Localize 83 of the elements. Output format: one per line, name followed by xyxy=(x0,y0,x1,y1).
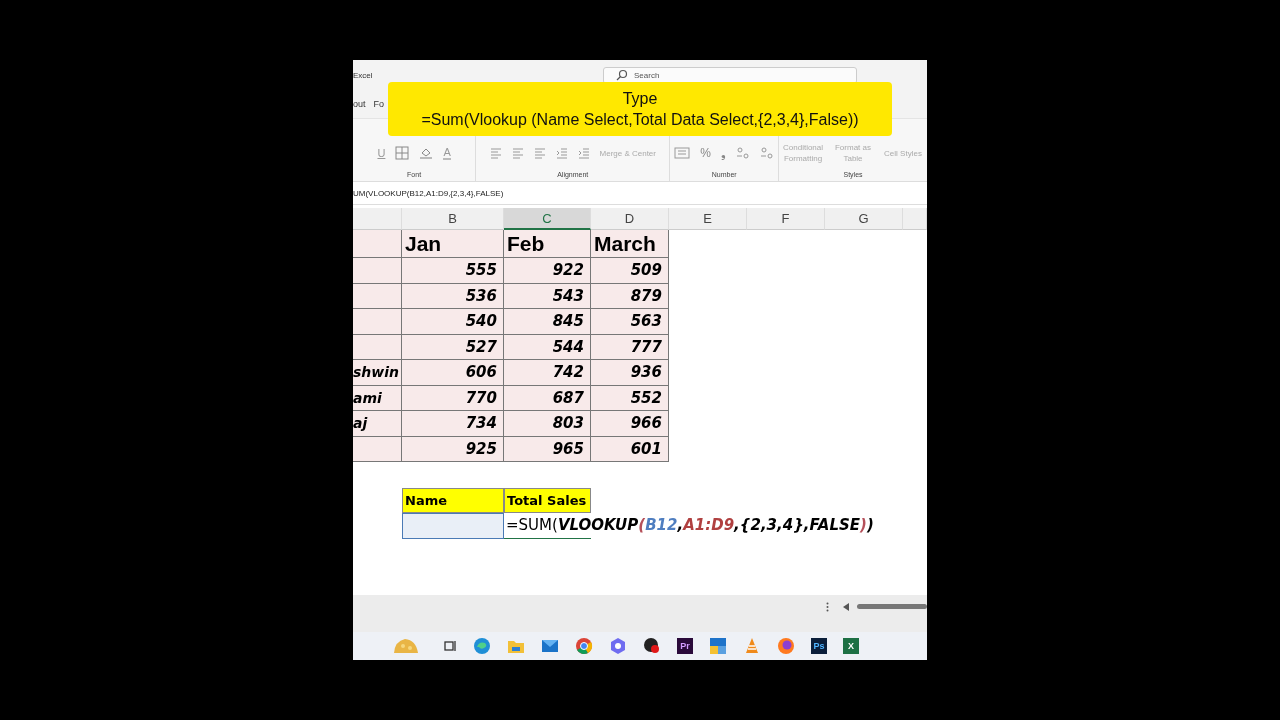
app-title: Excel xyxy=(353,70,374,80)
table-cell xyxy=(353,436,402,462)
column-header[interactable]: B xyxy=(402,208,504,230)
table-cell: 687 xyxy=(504,385,591,411)
align-icon[interactable] xyxy=(489,147,502,159)
table-cell: ami xyxy=(353,385,402,411)
mail-icon[interactable] xyxy=(541,639,559,653)
column-header[interactable]: E xyxy=(669,208,747,230)
table-cell: 922 xyxy=(504,258,591,284)
chrome-icon[interactable] xyxy=(575,637,593,655)
paint-bucket-icon[interactable] xyxy=(419,146,434,160)
cell-formula[interactable]: =SUM(VLOOKUP(B12,A1:D9,{2,3,4},FALSE)) xyxy=(504,516,874,535)
column-header[interactable]: F xyxy=(747,208,825,230)
search-icon xyxy=(616,69,628,81)
table-cell: Feb xyxy=(504,230,591,258)
table-cell: 936 xyxy=(591,360,669,386)
table-cell: March xyxy=(591,230,669,258)
column-header[interactable]: G xyxy=(825,208,903,230)
tiles-icon[interactable] xyxy=(709,637,727,655)
indent-icon[interactable] xyxy=(555,147,568,159)
column-header[interactable] xyxy=(903,208,927,230)
taskbar-app[interactable]: X xyxy=(843,638,859,654)
column-header[interactable]: D xyxy=(591,208,669,230)
table-cell: 606 xyxy=(402,360,504,386)
number-style-button[interactable]: % xyxy=(700,146,711,160)
menu-tab[interactable]: Fo xyxy=(373,99,385,109)
table-cell: 543 xyxy=(504,283,591,309)
table-cell: 742 xyxy=(504,360,591,386)
table-cell: 536 xyxy=(402,283,504,309)
borders-icon[interactable] xyxy=(395,146,410,160)
task-view-icon[interactable] xyxy=(443,639,457,653)
table-cell: aj xyxy=(353,411,402,437)
folder-icon[interactable] xyxy=(507,638,525,654)
table-cell: 555 xyxy=(402,258,504,284)
number-format-icon[interactable] xyxy=(674,147,691,159)
table-cell: shwin xyxy=(353,360,402,386)
taskbar-app[interactable]: Ps xyxy=(811,638,827,654)
table-cell: 601 xyxy=(591,436,669,462)
align-icon[interactable] xyxy=(533,147,546,159)
table-cell xyxy=(353,230,402,258)
more-icon[interactable] xyxy=(826,601,829,612)
input-cell[interactable] xyxy=(402,513,504,539)
table-cell: 770 xyxy=(402,385,504,411)
weather-widget-icon[interactable] xyxy=(391,636,421,656)
table-cell: Name xyxy=(402,487,504,513)
table-cell: 509 xyxy=(591,258,669,284)
column-header[interactable] xyxy=(353,208,402,230)
table-cell: 527 xyxy=(402,334,504,360)
table-cell: 777 xyxy=(591,334,669,360)
firefox-icon[interactable] xyxy=(777,637,795,655)
table-cell: 563 xyxy=(591,309,669,335)
indent-icon[interactable] xyxy=(577,147,590,159)
table-cell: Jan xyxy=(402,230,504,258)
table-cell: 540 xyxy=(402,309,504,335)
column-header[interactable]: C xyxy=(504,208,591,230)
table-cell xyxy=(353,334,402,360)
table-cell: 734 xyxy=(402,411,504,437)
formula-bar[interactable]: UM(VLOOKUP(B12,A1:D9,{2,3,4},FALSE) xyxy=(353,188,504,198)
record-icon[interactable] xyxy=(643,637,661,655)
table-cell: 803 xyxy=(504,411,591,437)
table-cell xyxy=(353,258,402,284)
table-cell xyxy=(353,309,402,335)
menu-tab[interactable]: out xyxy=(353,99,366,109)
table-cell: 552 xyxy=(591,385,669,411)
caption-text: =Sum(Vlookup (Name Select,Total Data Select,{2,3,4},False)) xyxy=(421,110,859,129)
scroll-left-icon[interactable] xyxy=(843,602,849,611)
table-cell: 544 xyxy=(504,334,591,360)
caption-text: Type xyxy=(622,89,658,108)
scrollbar-thumb[interactable] xyxy=(857,604,927,609)
align-icon[interactable] xyxy=(511,147,524,159)
decimal-icon[interactable] xyxy=(760,147,774,159)
table-cell: 879 xyxy=(591,283,669,309)
table-cell xyxy=(353,283,402,309)
taskbar-app[interactable]: Pr xyxy=(677,638,693,654)
table-cell: 966 xyxy=(591,411,669,437)
table-cell: 845 xyxy=(504,309,591,335)
cone-icon[interactable] xyxy=(743,637,761,655)
browser-icon[interactable] xyxy=(473,637,491,655)
hexagon-icon[interactable] xyxy=(609,637,627,655)
decimal-icon[interactable] xyxy=(736,147,750,159)
table-cell: Total Sales xyxy=(504,487,591,513)
table-cell: 965 xyxy=(504,436,591,462)
table-cell: 925 xyxy=(402,436,504,462)
